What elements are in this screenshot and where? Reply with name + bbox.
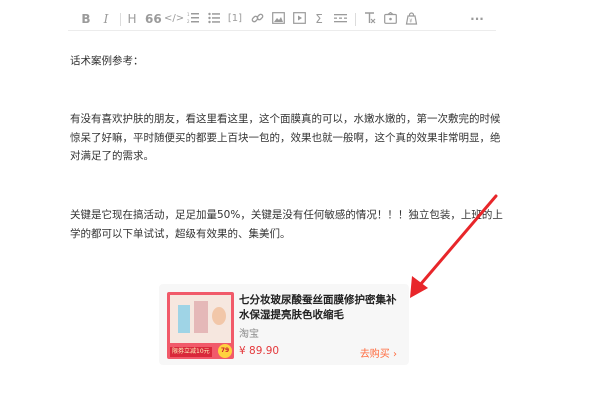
product-card[interactable]: 限券立减10元 79 七分妆玻尿酸蚕丝面膜修护密集补水保湿提亮肤色收缩毛 淘宝 … [159, 284, 409, 365]
code-icon[interactable]: </> [164, 10, 184, 28]
clear-format-icon[interactable] [362, 10, 376, 28]
link-icon[interactable] [250, 10, 264, 28]
quote-icon[interactable]: 66 [145, 10, 162, 28]
body-paragraph-one: 有没有喜欢护肤的朋友，看这里看这里，这个面膜真的可以，水嫩水嫩的，第一次敷完的时… [70, 113, 501, 162]
buy-link[interactable]: 去购买 › [360, 345, 397, 360]
unordered-list-icon[interactable] [207, 10, 221, 28]
body-paragraph-two: 关键是它现在搞活动，足足加量50%，关键是没有任何敏感的情况！！！独立包装，上班… [70, 209, 503, 240]
script-label: 话术案例参考： [70, 55, 144, 67]
product-price: ¥ 89.90 [239, 345, 280, 357]
video-icon[interactable] [292, 10, 306, 28]
heading-icon[interactable]: H [126, 10, 138, 28]
product-shop: 淘宝 [239, 329, 259, 340]
toolbar-divider [355, 13, 356, 26]
product-thumbnail: 限券立减10元 79 [167, 292, 234, 359]
ordered-list-icon[interactable]: 12 [186, 10, 200, 28]
formula-icon[interactable]: Σ [313, 10, 325, 28]
svg-text:1: 1 [187, 12, 190, 17]
product-title: 七分妆玻尿酸蚕丝面膜修护密集补水保湿提亮肤色收缩毛 [239, 294, 397, 321]
svg-text:¥: ¥ [409, 19, 412, 25]
tag-icon[interactable] [383, 10, 397, 28]
image-icon[interactable] [271, 10, 285, 28]
more-icon[interactable]: ··· [468, 10, 486, 28]
divider-icon[interactable] [333, 10, 347, 28]
product-icon[interactable]: ¥ [404, 10, 418, 28]
svg-text:2: 2 [187, 19, 190, 24]
footnote-icon[interactable]: [1] [226, 10, 244, 28]
italic-icon[interactable]: I [100, 10, 112, 28]
toolbar-divider [120, 13, 121, 26]
thumbnail-price-tag: 79 [218, 344, 232, 358]
thumbnail-coupon-badge: 限券立减10元 [170, 347, 212, 357]
bold-icon[interactable]: B [80, 10, 92, 28]
editor-toolbar: B I H 66 </> 12 [1] Σ ¥ ··· [68, 10, 496, 31]
